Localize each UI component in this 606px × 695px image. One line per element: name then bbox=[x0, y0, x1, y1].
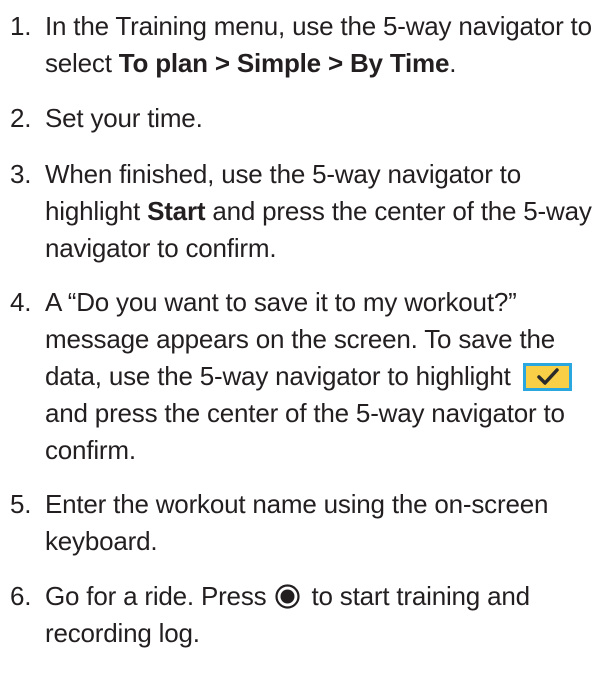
step-text-part: Go for a ride. Press bbox=[45, 581, 267, 611]
menu-path: To plan > Simple > By Time bbox=[118, 48, 450, 78]
step-number: 3. bbox=[10, 159, 32, 189]
instruction-steps: 1. In the Training menu, use the 5-way n… bbox=[10, 8, 602, 670]
step-number: 4. bbox=[10, 287, 32, 317]
step-5: 5. Enter the workout name using the on-s… bbox=[10, 486, 602, 560]
step-text: Go for a ride. Press to start training a… bbox=[45, 578, 602, 652]
step-number: 5. bbox=[10, 489, 32, 519]
record-button-icon bbox=[275, 582, 301, 609]
step-text: A “Do you want to save it to my workout?… bbox=[45, 284, 602, 469]
step-6: 6. Go for a ride. Press to start trainin… bbox=[10, 578, 602, 652]
step-text-part: and press the center of the 5-way naviga… bbox=[45, 398, 565, 465]
step-text: In the Training menu, use the 5-way navi… bbox=[45, 8, 602, 82]
step-text: Enter the workout name using the on-scre… bbox=[45, 489, 549, 556]
checkmark-confirm-icon bbox=[522, 363, 572, 391]
step-number: 2. bbox=[10, 103, 32, 133]
step-text: When finished, use the 5-way navigator t… bbox=[45, 156, 602, 267]
step-number: 6. bbox=[10, 581, 32, 611]
step-number: 1. bbox=[10, 11, 32, 41]
step-text-part: A “Do you want to save it to my workout?… bbox=[45, 287, 556, 391]
step-2: 2. Set your time. bbox=[10, 100, 602, 137]
start-label: Start bbox=[147, 196, 206, 226]
step-text-part: . bbox=[449, 48, 457, 78]
step-1: 1. In the Training menu, use the 5-way n… bbox=[10, 8, 602, 82]
step-3: 3. When finished, use the 5-way navigato… bbox=[10, 156, 602, 267]
step-4: 4. A “Do you want to save it to my worko… bbox=[10, 284, 602, 469]
step-text: Set your time. bbox=[45, 103, 203, 133]
